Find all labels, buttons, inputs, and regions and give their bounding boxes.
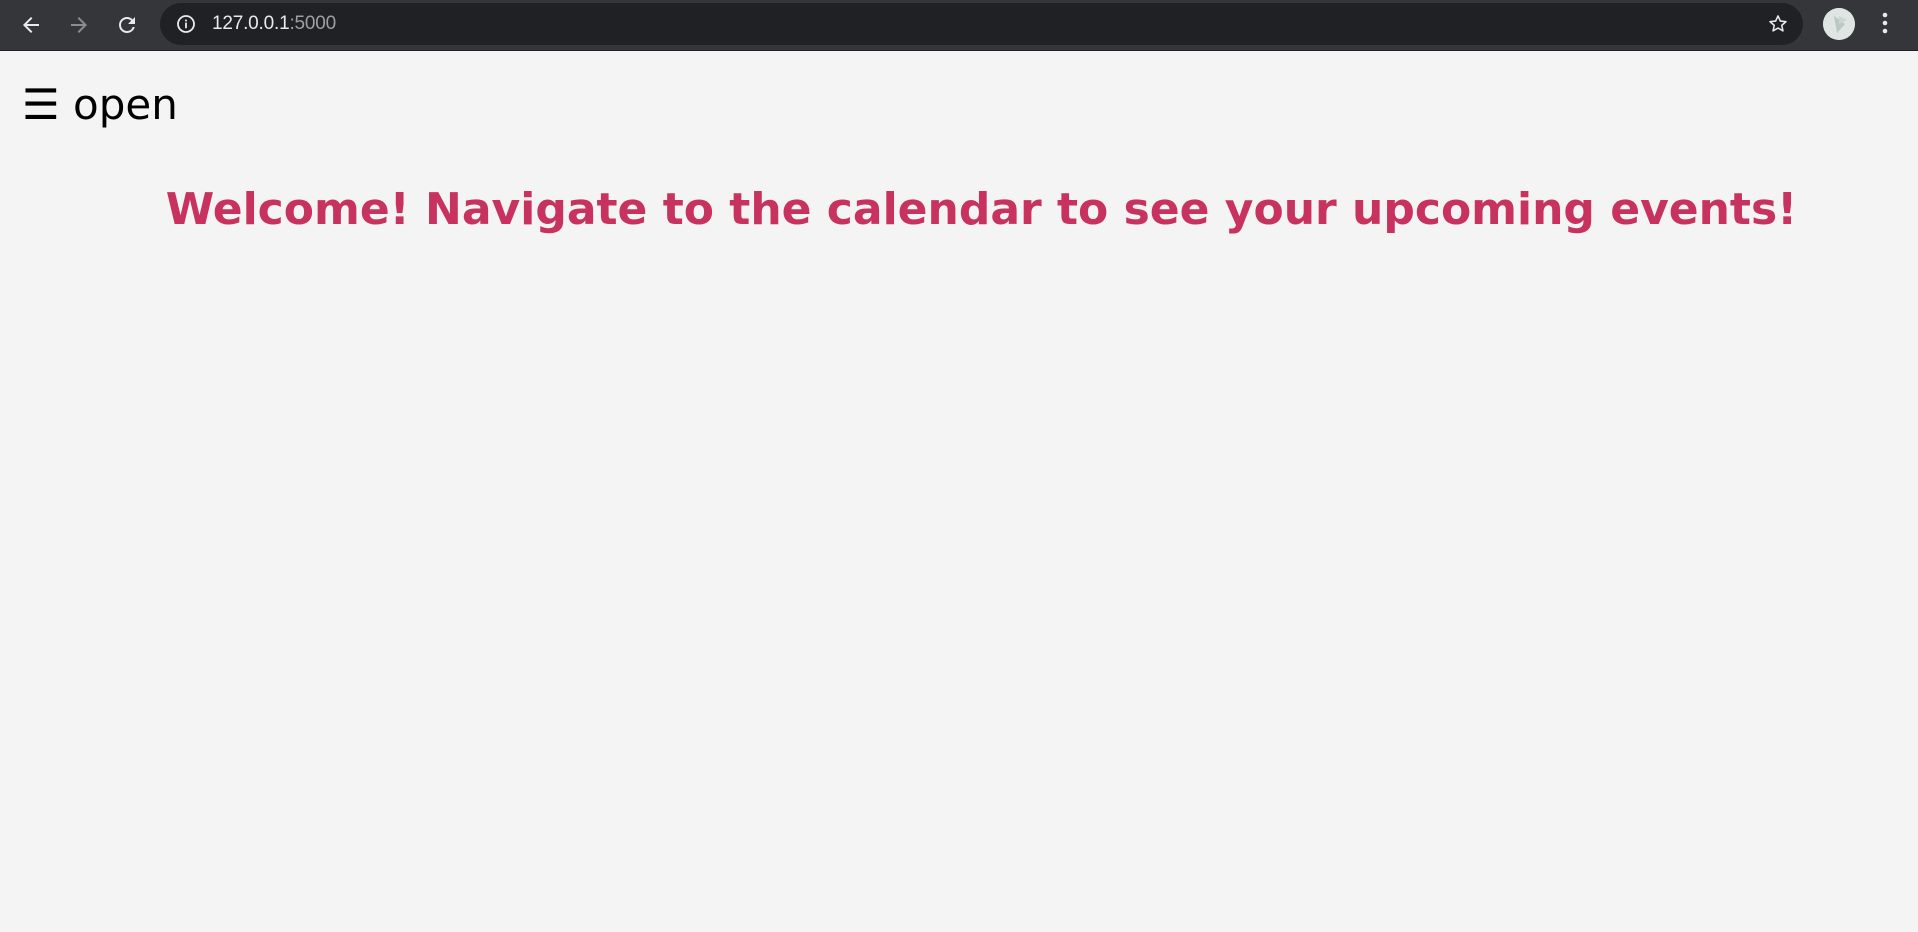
back-button[interactable] [14, 8, 48, 42]
url-port: :5000 [289, 13, 336, 34]
info-icon[interactable] [176, 14, 196, 34]
star-icon[interactable] [1767, 13, 1789, 35]
reload-icon [115, 13, 139, 37]
url-host: 127.0.0.1 [212, 13, 290, 34]
profile-avatar[interactable] [1823, 8, 1855, 40]
sidebar-open-toggle[interactable]: ☰ open [22, 80, 178, 130]
reload-button[interactable] [110, 8, 144, 42]
browser-menu-button[interactable] [1870, 8, 1900, 42]
vertical-dots-icon [1882, 12, 1888, 39]
welcome-heading: Welcome! Navigate to the calendar to see… [165, 184, 1798, 235]
address-bar[interactable]: 127.0.0.1:5000 [160, 3, 1803, 45]
url-text: 127.0.0.1:5000 [212, 3, 336, 45]
forward-arrow-icon [67, 13, 91, 37]
forward-button[interactable] [62, 8, 96, 42]
browser-toolbar: 127.0.0.1:5000 [0, 0, 1918, 51]
back-arrow-icon [19, 13, 43, 37]
page-content: ☰ open Welcome! Navigate to the calendar… [0, 52, 1918, 932]
